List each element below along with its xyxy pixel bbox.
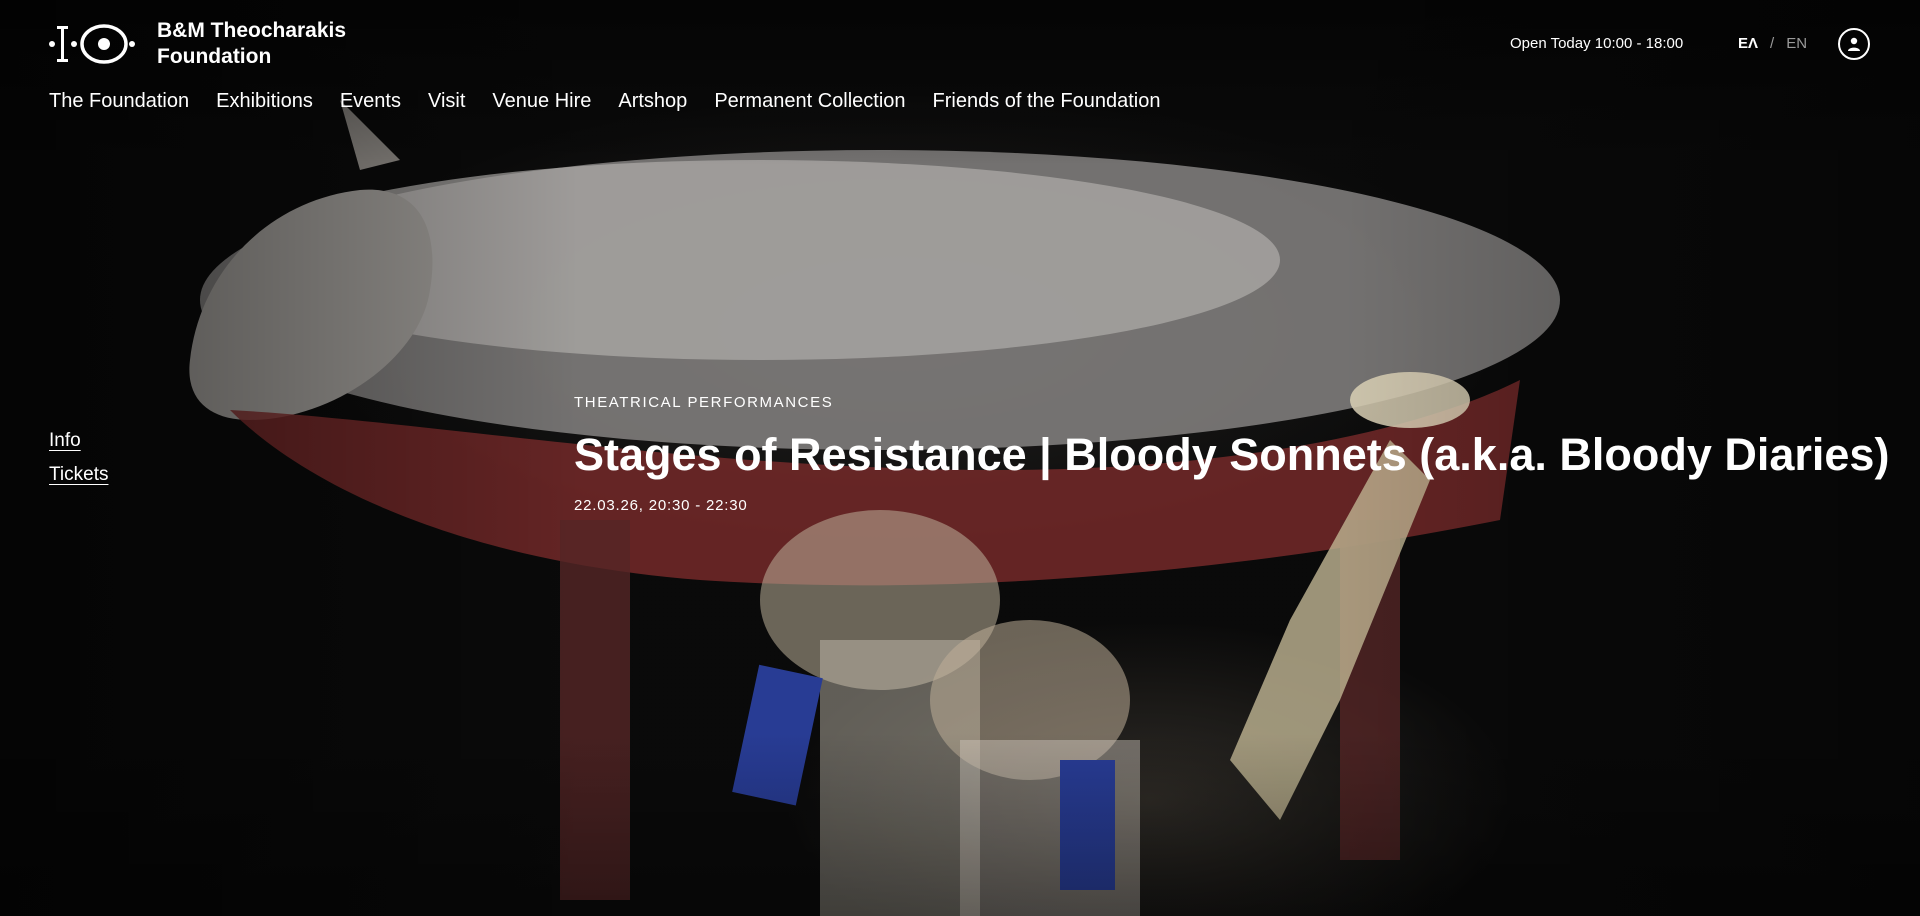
section-links: Info Tickets (49, 424, 108, 492)
nav-item-the-foundation[interactable]: The Foundation (49, 90, 189, 113)
event-category: THEATRICAL PERFORMANCES (574, 394, 834, 411)
brand-name-line1: B&M Theocharakis (157, 19, 347, 42)
lang-en[interactable]: EN (1786, 35, 1807, 52)
language-switcher: ΕΛ / EN (1738, 35, 1807, 52)
main-nav: The Foundation Exhibitions Events Visit … (49, 90, 1160, 113)
brand-name-line2: Foundation (157, 45, 272, 68)
nav-item-venue-hire[interactable]: Venue Hire (492, 90, 591, 113)
event-datetime: 22.03.26, 20:30 - 22:30 (574, 497, 748, 514)
lang-separator: / (1770, 35, 1775, 52)
nav-item-visit[interactable]: Visit (428, 90, 465, 113)
event-title: Stages of Resistance | Bloody Sonnets (a… (574, 429, 1890, 480)
brand-name: B&M Theocharakis Foundation (157, 18, 377, 70)
nav-item-artshop[interactable]: Artshop (618, 90, 687, 113)
site-logo[interactable]: B&M Theocharakis Foundation (49, 18, 377, 70)
foundation-logo-icon (49, 24, 135, 64)
opening-hours: Open Today 10:00 - 18:00 (1510, 35, 1684, 52)
event-header: THEATRICAL PERFORMANCES Stages of Resist… (574, 394, 1894, 514)
nav-item-exhibitions[interactable]: Exhibitions (216, 90, 313, 113)
nav-item-permanent-collection[interactable]: Permanent Collection (714, 90, 905, 113)
lang-el[interactable]: ΕΛ (1738, 35, 1758, 52)
nav-item-friends[interactable]: Friends of the Foundation (933, 90, 1161, 113)
user-icon (1848, 37, 1860, 51)
nav-item-events[interactable]: Events (340, 90, 401, 113)
account-button[interactable] (1838, 28, 1870, 60)
info-link[interactable]: Info (49, 424, 108, 458)
tickets-link[interactable]: Tickets (49, 458, 108, 492)
